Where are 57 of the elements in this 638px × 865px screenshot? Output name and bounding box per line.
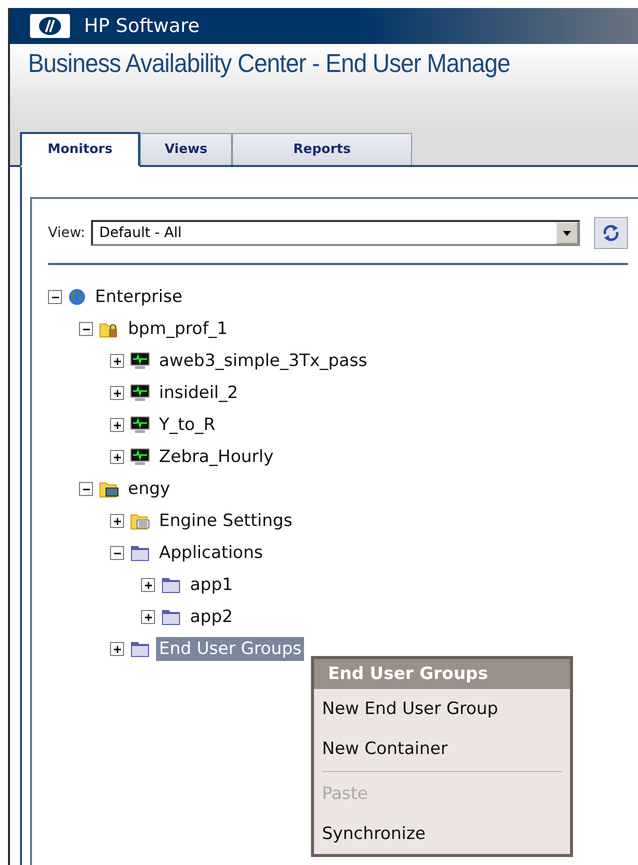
- plus-icon: [112, 388, 122, 398]
- tree-item[interactable]: Applications: [156, 541, 266, 565]
- tree-item[interactable]: app1: [187, 573, 236, 597]
- collapse-toggle[interactable]: [79, 322, 93, 336]
- collapse-toggle[interactable]: [48, 290, 62, 304]
- expand-toggle[interactable]: [110, 450, 124, 464]
- menu-item[interactable]: New Container: [314, 729, 570, 769]
- tree-item[interactable]: Enterprise: [92, 285, 186, 309]
- plus-icon: [112, 356, 122, 366]
- monitor-icon: [130, 384, 150, 402]
- folder-icon: [130, 640, 150, 658]
- brand-name: HP Software: [84, 15, 200, 37]
- monitor-icon: [130, 352, 150, 370]
- tab[interactable]: Views: [140, 133, 232, 165]
- tree-item[interactable]: engy: [125, 477, 174, 501]
- plus-icon: [144, 580, 152, 590]
- plus-icon: [112, 516, 122, 526]
- view-dropdown[interactable]: Default - All: [91, 220, 580, 246]
- folder-icon: [161, 608, 181, 626]
- folder-icon: [130, 544, 150, 562]
- folder-icon: [99, 480, 119, 498]
- app-title: Business Availability Center - End User Manage: [28, 47, 510, 79]
- expand-toggle[interactable]: [110, 354, 124, 368]
- tab[interactable]: Monitors: [20, 132, 140, 167]
- globe-icon: [68, 288, 86, 306]
- tree-item[interactable]: insideil_2: [156, 381, 242, 405]
- menu-title: End User Groups: [314, 659, 570, 689]
- hp-logo: [30, 14, 70, 38]
- plus-icon: [112, 452, 122, 462]
- tree-item[interactable]: app2: [187, 605, 236, 629]
- plus-icon: [112, 420, 122, 430]
- menu-item[interactable]: New End User Group: [314, 689, 570, 729]
- tree-item[interactable]: bpm_prof_1: [125, 317, 231, 341]
- collapse-toggle[interactable]: [110, 546, 124, 560]
- caret-icon: [563, 230, 571, 236]
- view-label: View:: [48, 225, 86, 241]
- expand-toggle[interactable]: [141, 578, 155, 592]
- tree-item[interactable]: Zebra_Hourly: [156, 445, 277, 469]
- menu-item[interactable]: Synchronize: [314, 814, 570, 854]
- expand-toggle[interactable]: [110, 386, 124, 400]
- tree-item[interactable]: Engine Settings: [156, 509, 296, 533]
- tab[interactable]: Reports: [232, 133, 412, 165]
- expand-toggle[interactable]: [110, 642, 124, 656]
- folder-icon: [130, 512, 150, 530]
- monitor-icon: [130, 416, 150, 434]
- expand-toggle[interactable]: [110, 418, 124, 432]
- plus-icon: [144, 612, 152, 622]
- refresh-button[interactable]: [594, 217, 628, 249]
- tree-item[interactable]: aweb3_simple_3Tx_pass: [156, 349, 370, 373]
- monitor-icon: [130, 448, 150, 466]
- collapse-toggle[interactable]: [79, 482, 93, 496]
- tree-item[interactable]: Y_to_R: [156, 413, 218, 437]
- expand-toggle[interactable]: [141, 610, 155, 624]
- folder-icon: [161, 576, 181, 594]
- plus-icon: [112, 644, 122, 654]
- expand-toggle[interactable]: [110, 514, 124, 528]
- tree-item[interactable]: End User Groups: [156, 637, 304, 661]
